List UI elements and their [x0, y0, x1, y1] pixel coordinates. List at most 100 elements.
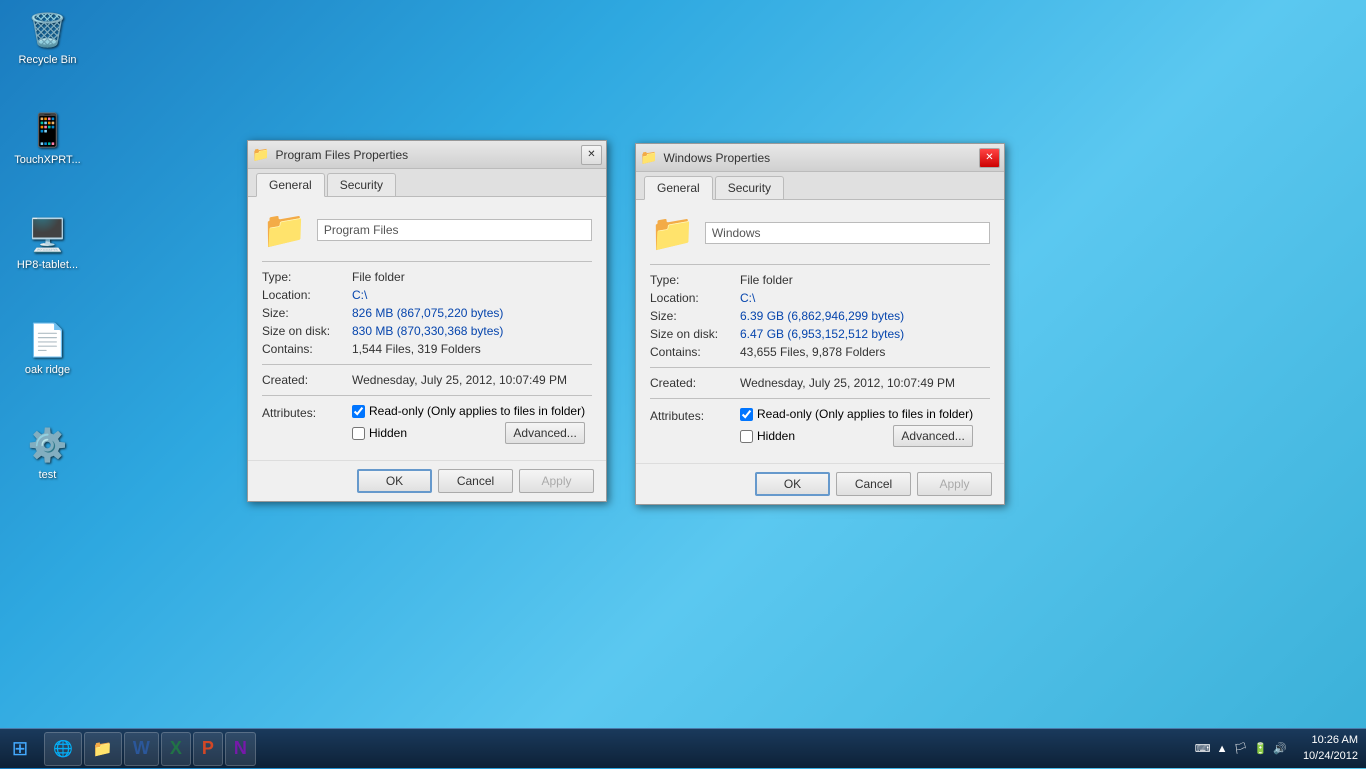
advanced-button-1[interactable]: Advanced...	[505, 422, 585, 444]
taskbar-btn-file-explorer[interactable]: 📁	[84, 732, 122, 766]
size-label: Size:	[262, 306, 352, 320]
recycle-bin-label: Recycle Bin	[18, 54, 76, 67]
windows-folder-icon: 📁	[650, 212, 695, 254]
program-files-folder-icon: 📁	[262, 209, 307, 251]
excel-icon: X	[170, 738, 182, 759]
program-files-folder-header: 📁	[262, 209, 592, 251]
battery-icon: 🔋	[1254, 742, 1268, 755]
cancel-button-2[interactable]: Cancel	[836, 472, 911, 496]
touchxprt-icon: 📱	[28, 110, 68, 150]
test-icon: ⚙️	[28, 425, 68, 465]
windows-properties-window: 📁 Windows Properties ✕ General Security …	[635, 143, 1005, 505]
readonly-checkbox-1[interactable]	[352, 405, 365, 418]
w-readonly-row: Read-only (Only applies to files in fold…	[740, 407, 973, 421]
taskbar-btn-word[interactable]: W	[124, 732, 159, 766]
tab-general-1[interactable]: General	[256, 173, 325, 197]
desktop-icon-oak-ridge[interactable]: 📄 oak ridge	[10, 320, 85, 377]
program-files-name-input[interactable]	[317, 219, 592, 241]
file-explorer-icon: 📁	[93, 739, 113, 759]
cancel-button-1[interactable]: Cancel	[438, 469, 513, 493]
windows-folder-header: 📁	[650, 212, 990, 254]
contains-value: 1,544 Files, 319 Folders	[352, 342, 592, 356]
w-separator-2	[650, 367, 990, 368]
program-files-title-icon: 📁	[252, 146, 269, 163]
w-readonly-checkbox[interactable]	[740, 408, 753, 421]
desktop-icon-test[interactable]: ⚙️ test	[10, 425, 85, 482]
recycle-bin-icon: 🗑️	[28, 10, 68, 50]
ok-button-1[interactable]: OK	[357, 469, 432, 493]
apply-button-1[interactable]: Apply	[519, 469, 594, 493]
notification-arrow[interactable]: ▲	[1217, 743, 1228, 755]
windows-footer: OK Cancel Apply	[636, 463, 1004, 504]
separator-3	[262, 395, 592, 396]
desktop-icon-recycle-bin[interactable]: 🗑️ Recycle Bin	[10, 10, 85, 67]
windows-titlebar[interactable]: 📁 Windows Properties ✕	[636, 144, 1004, 172]
volume-icon[interactable]: 🔊	[1273, 742, 1287, 755]
w-attributes-label: Attributes:	[650, 407, 740, 423]
program-files-content: 📁 Type: File folder Location: C:\ Size: …	[248, 197, 606, 460]
start-icon: ⊞	[12, 736, 29, 761]
created-label: Created:	[262, 373, 352, 387]
location-row: Location: C:\	[262, 288, 592, 302]
start-button[interactable]: ⊞	[0, 729, 40, 769]
attributes-label: Attributes:	[262, 404, 352, 420]
windows-name-input[interactable]	[705, 222, 990, 244]
hidden-label-1: Hidden	[369, 426, 407, 440]
size-disk-label: Size on disk:	[262, 324, 352, 338]
w-separator-3	[650, 398, 990, 399]
hp8-label: HP8-tablet...	[17, 259, 78, 272]
program-files-controls: ✕	[581, 145, 602, 165]
w-hidden-checkbox[interactable]	[740, 430, 753, 443]
ie-icon: 🌐	[53, 739, 73, 759]
hidden-checkbox-1[interactable]	[352, 427, 365, 440]
windows-title-text: Windows Properties	[663, 151, 979, 165]
readonly-row-1: Read-only (Only applies to files in fold…	[352, 404, 585, 418]
created-row: Created: Wednesday, July 25, 2012, 10:07…	[262, 373, 592, 387]
w-attributes-row: Attributes: Read-only (Only applies to f…	[650, 407, 990, 447]
contains-label: Contains:	[262, 342, 352, 356]
apply-button-2[interactable]: Apply	[917, 472, 992, 496]
windows-close-button[interactable]: ✕	[979, 148, 1000, 168]
taskbar-items: 🌐 📁 W X P N	[40, 732, 1187, 766]
desktop-icon-hp8[interactable]: 🖥️ HP8-tablet...	[10, 215, 85, 272]
w-location-value: C:\	[740, 291, 990, 305]
w-size-label: Size:	[650, 309, 740, 323]
size-disk-row: Size on disk: 830 MB (870,330,368 bytes)	[262, 324, 592, 338]
w-created-row: Created: Wednesday, July 25, 2012, 10:07…	[650, 376, 990, 390]
advanced-button-2[interactable]: Advanced...	[893, 425, 973, 447]
w-readonly-label: Read-only (Only applies to files in fold…	[757, 407, 973, 421]
windows-content: 📁 Type: File folder Location: C:\ Size: …	[636, 200, 1004, 463]
windows-title-icon: 📁	[640, 149, 657, 166]
taskbar-btn-excel[interactable]: X	[161, 732, 191, 766]
w-size-disk-value: 6.47 GB (6,953,152,512 bytes)	[740, 327, 990, 341]
ok-button-2[interactable]: OK	[755, 472, 830, 496]
windows-tabs: General Security	[636, 172, 1004, 200]
size-row: Size: 826 MB (867,075,220 bytes)	[262, 306, 592, 320]
hp8-icon: 🖥️	[28, 215, 68, 255]
clock-date: 10/24/2012	[1303, 749, 1358, 764]
location-value: C:\	[352, 288, 592, 302]
tab-general-2[interactable]: General	[644, 176, 713, 200]
taskbar-btn-onenote[interactable]: N	[225, 732, 256, 766]
tab-security-2[interactable]: Security	[715, 176, 784, 199]
size-value: 826 MB (867,075,220 bytes)	[352, 306, 592, 320]
taskbar-btn-ie[interactable]: 🌐	[44, 732, 82, 766]
type-label: Type:	[262, 270, 352, 284]
w-location-label: Location:	[650, 291, 740, 305]
touchxprt-label: TouchXPRT...	[14, 154, 80, 167]
desktop-icon-touchxprt[interactable]: 📱 TouchXPRT...	[10, 110, 85, 167]
taskbar-clock[interactable]: 10:26 AM 10/24/2012	[1295, 733, 1366, 764]
w-contains-label: Contains:	[650, 345, 740, 359]
keyboard-icon: ⌨	[1195, 742, 1211, 755]
program-files-close-button[interactable]: ✕	[581, 145, 602, 165]
taskbar-btn-powerpoint[interactable]: P	[193, 732, 223, 766]
flag-icon: 🏳	[1234, 742, 1248, 755]
windows-controls: ✕	[979, 148, 1000, 168]
attributes-row: Attributes: Read-only (Only applies to f…	[262, 404, 592, 444]
tab-security-1[interactable]: Security	[327, 173, 396, 196]
word-icon: W	[133, 738, 150, 759]
separator-2	[262, 364, 592, 365]
program-files-titlebar[interactable]: 📁 Program Files Properties ✕	[248, 141, 606, 169]
program-files-footer: OK Cancel Apply	[248, 460, 606, 501]
w-separator-1	[650, 264, 990, 265]
